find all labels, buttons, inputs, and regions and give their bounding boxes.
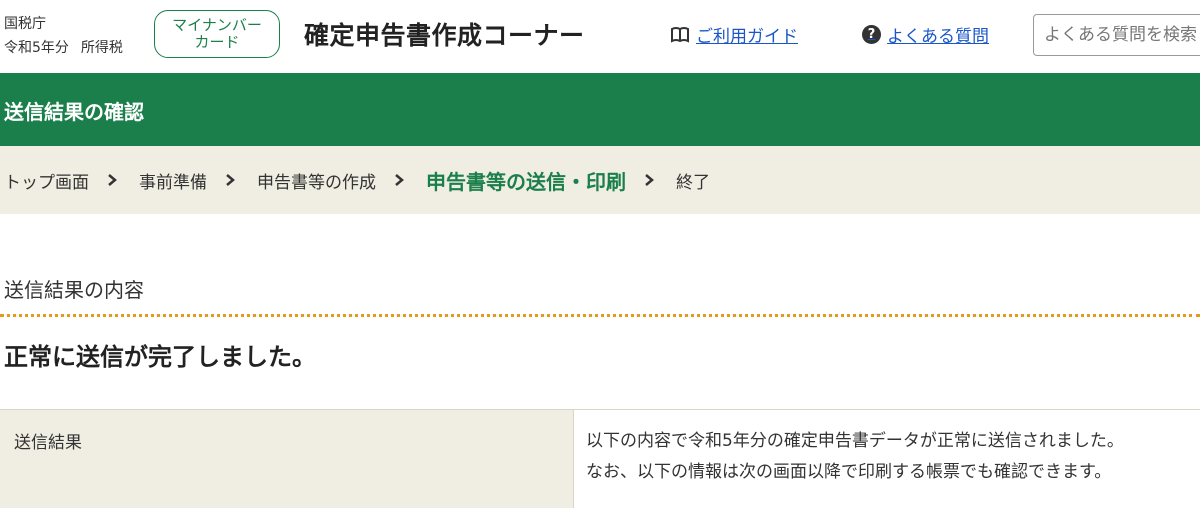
result-line-2: なお、以下の情報は次の画面以降で印刷する帳票でも確認できます。 xyxy=(586,462,1112,482)
breadcrumb-step-current: 申告書等の送信・印刷 xyxy=(426,169,626,194)
result-table-header: 送信結果 xyxy=(0,410,574,508)
mynumber-card-button[interactable]: マイナンバー カード xyxy=(154,10,280,58)
completion-message: 正常に送信が完了しました。 xyxy=(4,343,316,371)
mynumber-card-label-line2: カード xyxy=(194,33,240,51)
result-table: 送信結果 以下の内容で令和5年分の確定申告書データが正常に送信されました。 なお… xyxy=(0,409,1200,508)
faq-search-input[interactable]: よくある質問を検索 xyxy=(1033,14,1200,56)
site-header: 国税庁 令和5年分 所得税 マイナンバー カード 確定申告書作成コーナー ご利用ガ… xyxy=(0,0,1200,73)
guide-link-label: ご利用ガイド xyxy=(696,27,798,47)
section-heading: 送信結果の内容 xyxy=(4,278,144,302)
agency-name: 国税庁 xyxy=(4,16,46,32)
tax-year: 令和5年分 xyxy=(4,40,69,56)
chevron-right-icon xyxy=(225,173,235,187)
agency-info: 国税庁 令和5年分 所得税 xyxy=(4,12,135,60)
page-title: 送信結果の確認 xyxy=(4,100,144,124)
book-icon xyxy=(670,26,690,44)
guide-link[interactable]: ご利用ガイド xyxy=(670,22,798,47)
site-title: 確定申告書作成コーナー xyxy=(304,21,585,50)
breadcrumb-step-top: トップ画面 xyxy=(4,172,89,193)
tax-year-line: 令和5年分 所得税 xyxy=(4,36,135,60)
breadcrumb: トップ画面 事前準備 申告書等の作成 申告書等の送信・印刷 終了 xyxy=(0,146,1200,214)
faq-link[interactable]: ? よくある質問 xyxy=(862,22,989,47)
page-title-bar: 送信結果の確認 xyxy=(0,73,1200,146)
chevron-right-icon xyxy=(644,173,654,187)
breadcrumb-step-create: 申告書等の作成 xyxy=(257,172,376,193)
result-table-cell: 以下の内容で令和5年分の確定申告書データが正常に送信されました。 なお、以下の情… xyxy=(574,410,1200,508)
faq-link-label: よくある質問 xyxy=(887,27,989,47)
chevron-right-icon xyxy=(107,173,117,187)
question-circle-icon: ? xyxy=(862,25,881,44)
breadcrumb-step-preparation: 事前準備 xyxy=(139,172,207,193)
breadcrumb-step-finish: 終了 xyxy=(676,172,710,193)
chevron-right-icon xyxy=(394,173,404,187)
mynumber-card-label-line1: マイナンバー xyxy=(172,16,262,34)
tax-type: 所得税 xyxy=(80,40,123,56)
result-line-1: 以下の内容で令和5年分の確定申告書データが正常に送信されました。 xyxy=(586,431,1124,451)
section-divider xyxy=(0,314,1200,317)
